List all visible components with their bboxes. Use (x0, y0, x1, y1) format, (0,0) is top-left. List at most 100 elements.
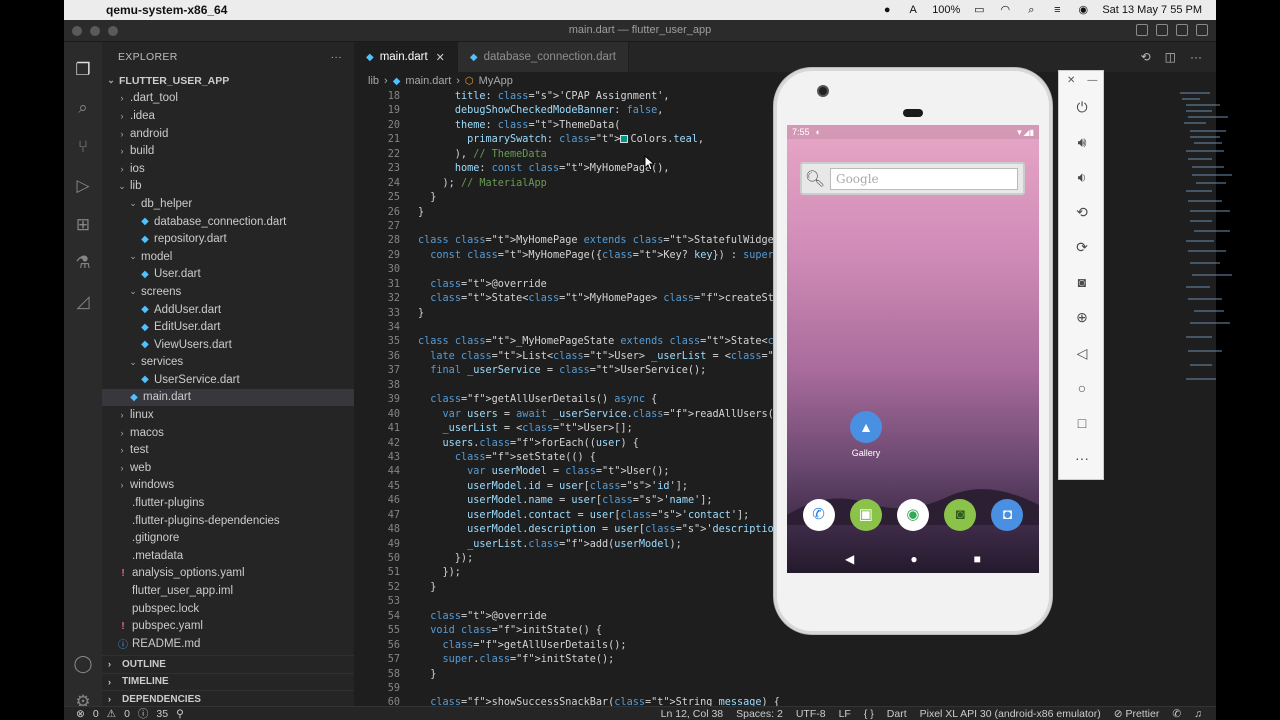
code-line[interactable]: 58 } (354, 668, 1216, 682)
input-source-icon[interactable]: A (906, 4, 920, 16)
gallery-app[interactable]: ▲ Gallery (849, 411, 883, 458)
cursor-position[interactable]: Ln 12, Col 38 (661, 708, 723, 720)
prettier-status[interactable]: ⊘ Prettier (1114, 708, 1160, 720)
tree-folder[interactable]: › android (102, 125, 354, 143)
customize-layout-icon[interactable] (1196, 24, 1208, 36)
zoom-icon[interactable]: ⊕ (1071, 307, 1093, 327)
tree-folder[interactable]: › build (102, 142, 354, 160)
tree-folder[interactable]: ⌄ screens (102, 283, 354, 301)
tree-file[interactable]: .flutter-plugins-dependencies (102, 512, 354, 530)
breadcrumb-lib[interactable]: lib (368, 75, 379, 87)
more-actions-icon[interactable]: ··· (1190, 50, 1202, 64)
split-editor-icon[interactable]: ◫ (1165, 50, 1176, 64)
explorer-root-folder[interactable]: ⌄ FLUTTER_USER_APP (102, 72, 354, 90)
notifications-bell-icon[interactable]: ♫ (1194, 708, 1202, 720)
tree-file[interactable]: ◆ EditUser.dart (102, 318, 354, 336)
toggle-secondary-sidebar-icon[interactable] (1176, 24, 1188, 36)
toggle-panel-icon[interactable] (1156, 24, 1168, 36)
feedback-icon[interactable]: ✆ (1172, 708, 1181, 720)
code-line[interactable]: 59 (354, 682, 1216, 696)
tab-database-connection[interactable]: ◆ database_connection.dart (457, 42, 629, 72)
tree-folder[interactable]: › test (102, 441, 354, 459)
dependencies-panel-header[interactable]: › DEPENDENCIES (102, 690, 354, 706)
tree-folder[interactable]: › macos (102, 424, 354, 442)
tree-file[interactable]: ! pubspec.yaml (102, 617, 354, 635)
store-app-icon[interactable]: ▣ (849, 499, 882, 531)
error-icon[interactable]: ⊗ (76, 708, 85, 720)
minimize-emulator-icon[interactable]: — (1087, 75, 1097, 86)
code-line[interactable]: 55 void class="f">initState() { (354, 624, 1216, 638)
volume-down-icon[interactable]: 🔉︎ (1071, 167, 1093, 187)
timeline-panel-header[interactable]: › TIMELINE (102, 672, 354, 691)
back-nav-icon[interactable]: ◀ (845, 552, 854, 566)
warning-icon[interactable]: ⚠ (107, 708, 116, 720)
tree-folder[interactable]: ⌄ services (102, 354, 354, 372)
battery-icon[interactable]: ▭ (972, 4, 986, 16)
tree-folder[interactable]: › windows (102, 477, 354, 495)
back-icon[interactable]: ◁ (1071, 343, 1093, 363)
phone-app-icon[interactable]: ✆ (802, 499, 835, 531)
more-actions-icon[interactable]: ··· (331, 51, 342, 63)
power-icon[interactable]: ⏻ (1071, 97, 1093, 117)
control-center-icon[interactable]: ≡ (1050, 4, 1064, 16)
maps-app-icon[interactable]: ◉ (896, 499, 929, 531)
encoding[interactable]: UTF-8 (796, 708, 826, 720)
code-line[interactable]: 56 class="f">getAllUserDetails(); (354, 639, 1216, 653)
tree-file[interactable]: .flutter-plugins (102, 494, 354, 512)
line-ending[interactable]: LF (839, 708, 851, 720)
tree-file[interactable]: ◆ database_connection.dart (102, 213, 354, 231)
tree-folder[interactable]: › .idea (102, 107, 354, 125)
tree-folder[interactable]: › .dart_tool (102, 90, 354, 108)
info-icon[interactable]: ⓘ (138, 706, 149, 720)
tree-folder[interactable]: ⌄ db_helper (102, 195, 354, 213)
menu-app-name[interactable]: qemu-system-x86_64 (106, 3, 227, 17)
tree-folder[interactable]: › linux (102, 406, 354, 424)
code-line[interactable]: 60 class="f">showSuccessSnackBar(class="… (354, 696, 1216, 706)
search-icon[interactable]: ⌕ (73, 98, 93, 118)
tree-folder[interactable]: › ios (102, 160, 354, 178)
tree-file[interactable]: ! analysis_options.yaml (102, 565, 354, 583)
indentation[interactable]: Spaces: 2 (736, 708, 783, 720)
device-selector[interactable]: Pixel XL API 30 (android-x86 emulator) (920, 708, 1101, 720)
code-line[interactable]: 57 super.class="f">initState(); (354, 653, 1216, 667)
close-emulator-icon[interactable]: ✕ (1067, 75, 1075, 86)
run-icon[interactable]: ⟲ (1141, 50, 1151, 64)
outline-panel-header[interactable]: › OUTLINE (102, 655, 354, 673)
rotate-right-icon[interactable]: ⟳ (1071, 237, 1093, 257)
tree-file[interactable]: ◆ UserService.dart (102, 371, 354, 389)
spotlight-search-icon[interactable]: ⌕ (1024, 4, 1038, 16)
rotate-left-icon[interactable]: ⟲ (1071, 202, 1093, 222)
home-icon[interactable]: ○ (1071, 378, 1093, 398)
home-nav-icon[interactable]: ● (910, 552, 917, 566)
google-search-widget[interactable]: 🔍︎ Google (800, 162, 1025, 195)
screenshot-camera-icon[interactable]: ◙ (1071, 272, 1093, 292)
toggle-sidebar-icon[interactable] (1136, 24, 1148, 36)
close-tab-icon[interactable]: ✕ (436, 51, 445, 64)
android-home-screen[interactable]: 7:55 ◐ ▼◢▮ 🔍︎ Google ▲ Gallery ✆ ▣ ◉ ◙ ◘… (787, 125, 1039, 573)
testing-icon[interactable]: ⚗ (73, 253, 93, 273)
explorer-icon[interactable]: ❐ (73, 60, 93, 80)
warning-count[interactable]: 0 (124, 708, 130, 720)
google-search-input[interactable]: Google (830, 167, 1018, 190)
tree-file[interactable]: ◆ repository.dart (102, 230, 354, 248)
minimap[interactable] (1176, 90, 1236, 390)
android-app-icon[interactable]: ◙ (944, 499, 977, 531)
tree-folder[interactable]: ⌄ lib (102, 178, 354, 196)
camera-app-icon[interactable]: ◘ (991, 499, 1024, 531)
tree-file[interactable]: .gitignore (102, 529, 354, 547)
info-count[interactable]: 35 (156, 708, 168, 720)
extensions-icon[interactable]: ⊞ (73, 215, 93, 235)
run-debug-icon[interactable]: ▷ (73, 176, 93, 196)
accounts-icon[interactable]: ◯ (73, 654, 93, 674)
breadcrumb-symbol[interactable]: MyApp (479, 75, 513, 87)
tree-file[interactable]: ◆ main.dart (102, 388, 354, 407)
record-icon[interactable]: ● (880, 4, 894, 16)
siri-icon[interactable]: ◉ (1076, 4, 1090, 16)
tree-file[interactable]: ◆ ViewUsers.dart (102, 336, 354, 354)
overview-icon[interactable]: □ (1071, 413, 1093, 433)
menu-clock[interactable]: Sat 13 May 7 55 PM (1102, 4, 1202, 16)
more-options-icon[interactable]: ··· (1071, 448, 1093, 468)
language-mode[interactable]: Dart (887, 708, 907, 720)
ports-icon[interactable]: ⚲ (176, 708, 184, 720)
wifi-icon[interactable]: ◠ (998, 4, 1012, 16)
